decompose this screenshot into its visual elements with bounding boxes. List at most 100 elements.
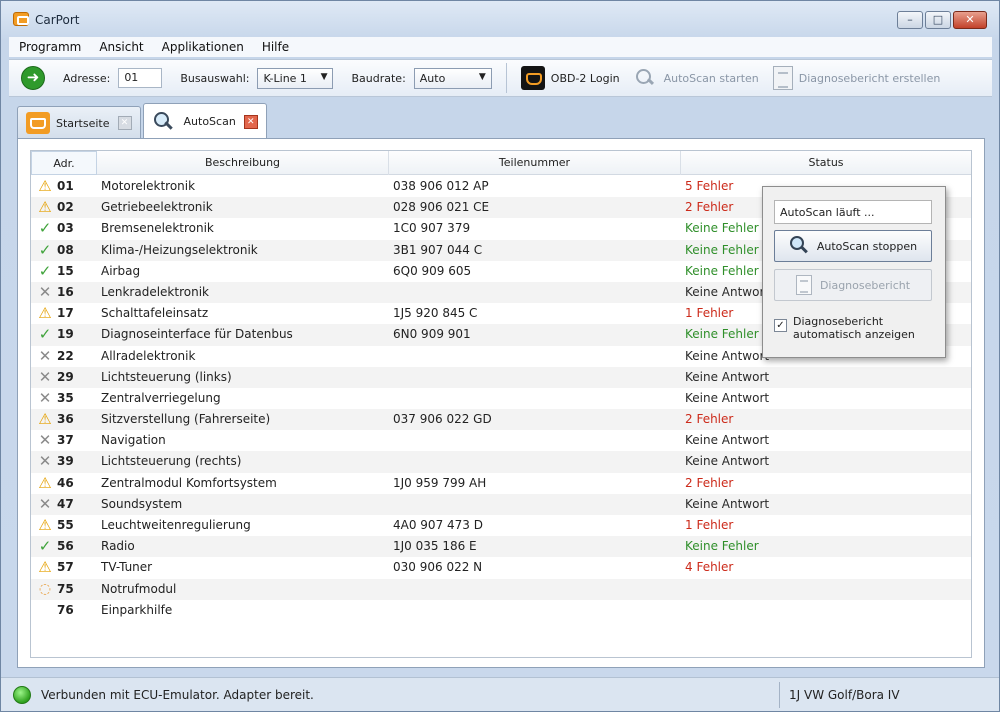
cell-adr: 35 [57,390,74,405]
cell-partnumber: 038 906 012 AP [393,179,489,193]
bus-label: Busauswahl: [180,71,250,85]
close-window-button[interactable]: ✕ [953,11,987,29]
cell-adr: 29 [57,369,74,384]
autoscan-status-field: AutoScan läuft ... [774,200,932,224]
cell-status: Keine Antwort [685,454,770,469]
cell-partnumber: 6Q0 909 605 [393,263,472,278]
auto-show-checkbox[interactable]: ✓ [774,319,787,332]
statusbar-separator [779,682,780,708]
report-icon [772,66,793,90]
dropdown-arrow-icon: ▼ [320,71,328,82]
car-icon [26,112,50,134]
status-bar: Verbunden mit ECU-Emulator. Adapter bere… [1,677,999,711]
cell-description: Lichtsteuerung (rechts) [101,454,242,469]
baud-select[interactable]: Auto ▼ [413,67,492,89]
autoscan-stop-label: AutoScan stoppen [816,239,918,253]
cell-status: 2 Fehler [685,412,734,427]
check-icon: ✓ [38,325,52,344]
report-create-label: Diagnosebericht erstellen [798,71,941,85]
menu-hilfe[interactable]: Hilfe [262,40,289,54]
cell-adr: 17 [57,306,74,321]
table-row[interactable]: ✕ 39 Lichtsteuerung (rechts) Keine Antwort [31,451,971,473]
check-icon: ✓ [38,219,52,238]
report-create-button[interactable]: Diagnosebericht erstellen [772,66,941,90]
cell-adr: 75 [57,581,74,596]
connection-led-icon [13,686,31,704]
tab-startseite[interactable]: Startseite ✕ [17,106,141,139]
cell-partnumber: 1C0 907 379 [393,221,471,236]
cell-status: Keine Fehler [685,263,759,278]
obd-login-label: OBD-2 Login [550,71,620,85]
table-row[interactable]: ✕ 47 Soundsystem Keine Antwort [31,493,971,515]
bus-select[interactable]: K-Line 1 ▼ [257,67,334,89]
cell-description: Lenkradelektronik [101,284,209,299]
tab-label: Startseite [56,116,110,130]
table-row[interactable]: ◌ 75 Notrufmodul [31,578,971,600]
maximize-button[interactable]: □ [925,11,951,29]
cell-description: Soundsystem [101,496,183,511]
loading-icon: ◌ [38,580,52,597]
cell-description: Sitzverstellung (Fahrerseite) [101,412,271,427]
engine-icon [520,66,545,90]
obd-login-button[interactable]: OBD-2 Login [520,66,620,90]
no-response-icon: ✕ [38,388,52,407]
cell-partnumber: 1J0 035 186 E [393,539,477,554]
cell-partnumber: 3B1 907 044 C [393,242,483,257]
table-row[interactable]: ⚠ 36 Sitzverstellung (Fahrerseite) 037 906 … [31,409,971,431]
cell-partnumber: 6N0 909 901 [393,327,471,342]
bus-select-value: K-Line 1 [263,71,307,85]
menu-programm[interactable]: Programm [19,40,81,54]
table-row[interactable]: ⚠ 57 TV-Tuner 030 906 022 N 4 Fehler [31,557,971,578]
auto-show-report-option[interactable]: ✓ Diagnosebericht automatisch anzeigen [774,315,939,341]
table-row[interactable]: 76 Einparkhilfe [31,600,971,621]
column-header-partnumber[interactable]: Teilenummer [389,151,681,175]
cell-description: Radio [101,539,135,554]
carport-app-icon [13,12,29,26]
cell-adr: 37 [57,433,74,448]
menu-ansicht[interactable]: Ansicht [99,40,143,54]
no-response-icon: ✕ [38,494,52,513]
cell-adr: 08 [57,242,74,257]
no-response-icon: ✕ [38,367,52,386]
table-row[interactable]: ✕ 29 Lichtsteuerung (links) Keine Antwort [31,366,971,388]
minimize-button[interactable]: – [897,11,923,29]
tab-close-icon[interactable]: ✕ [117,116,132,130]
cell-adr: 02 [57,200,74,215]
tab-autoscan[interactable]: AutoScan ✕ [142,103,267,139]
connect-arrow-button[interactable] [21,66,45,90]
cell-status: Keine Antwort [685,433,770,448]
address-label: Adresse: [63,71,111,85]
table-row[interactable]: ⚠ 55 Leuchtweitenregulierung 4A0 907 473 D 1… [31,515,971,536]
cell-status: 2 Fehler [685,475,734,490]
table-row[interactable]: ✓ 56 Radio 1J0 035 186 E Keine Fehler [31,536,971,558]
cell-status: Keine Antwort [685,496,770,511]
cell-description: Zentralmodul Komfortsystem [101,475,277,490]
tab-label: AutoScan [183,115,236,128]
cell-status: Keine Antwort [685,369,770,384]
tab-close-icon[interactable]: ✕ [243,114,258,129]
autoscan-start-button[interactable]: AutoScan starten [634,67,759,89]
cell-adr: 57 [57,560,74,575]
table-row[interactable]: ✕ 35 Zentralverriegelung Keine Antwort [31,388,971,409]
cell-adr: 15 [57,263,74,278]
table-row[interactable]: ⚠ 46 Zentralmodul Komfortsystem 1J0 959 799… [31,473,971,494]
cell-description: Leuchtweitenregulierung [101,518,251,532]
autoscan-progress-popup: AutoScan läuft ... AutoScan stoppen Diag… [762,186,946,358]
column-header-adr[interactable]: Adr. [31,151,97,175]
address-input[interactable]: 01 [118,68,163,88]
column-header-description[interactable]: Beschreibung [97,151,389,175]
cell-status: 4 Fehler [685,560,734,575]
cell-partnumber: 037 906 022 GD [393,412,492,427]
table-row[interactable]: ✕ 37 Navigation Keine Antwort [31,430,971,451]
cell-description: Zentralverriegelung [101,390,221,405]
diagnose-report-button[interactable]: Diagnosebericht [774,269,932,301]
autoscan-stop-button[interactable]: AutoScan stoppen [774,230,932,262]
column-header-status[interactable]: Status [681,151,971,175]
check-icon: ✓ [38,261,52,280]
cell-description: Allradelektronik [101,348,196,363]
cell-status: Keine Fehler [685,242,759,257]
cell-partnumber: 028 906 021 CE [393,200,490,215]
minimize-icon: – [907,13,913,26]
menu-applikationen[interactable]: Applikationen [162,40,244,54]
magnifier-icon [789,236,809,256]
